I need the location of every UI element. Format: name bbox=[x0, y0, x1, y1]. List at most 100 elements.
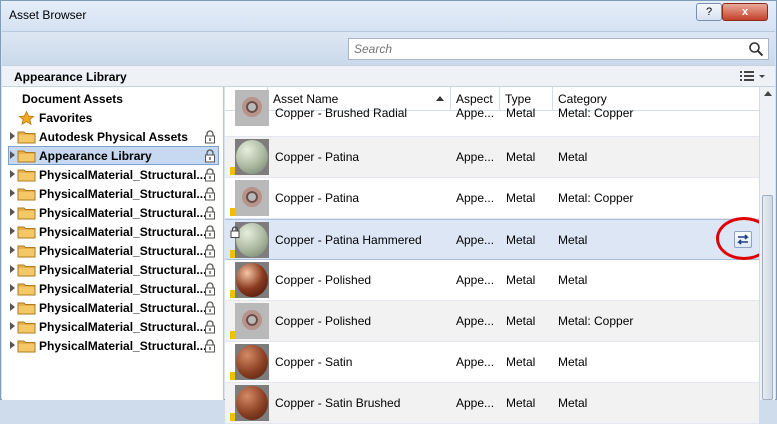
aspect-cell: Appe... bbox=[456, 233, 494, 247]
lock-icon bbox=[205, 339, 215, 353]
edited-marker-icon bbox=[230, 331, 235, 339]
folder-icon bbox=[17, 150, 36, 163]
sidebar-item-label: PhysicalMaterial_Structural... bbox=[39, 263, 207, 277]
type-cell: Metal bbox=[506, 150, 536, 164]
lock-icon bbox=[205, 282, 215, 296]
sidebar-item[interactable]: PhysicalMaterial_Structural... bbox=[2, 203, 223, 222]
expand-arrow-icon[interactable] bbox=[10, 303, 15, 311]
sidebar-item-label: PhysicalMaterial_Structural... bbox=[39, 168, 207, 182]
swirl-preview-icon bbox=[242, 187, 262, 207]
type-cell: Metal bbox=[506, 273, 536, 287]
folder-icon bbox=[17, 131, 36, 144]
sphere-preview-icon bbox=[236, 223, 268, 257]
aspect-cell: Appe... bbox=[456, 273, 494, 287]
sidebar-item-label: Appearance Library bbox=[39, 149, 152, 163]
expand-arrow-icon[interactable] bbox=[10, 284, 15, 292]
asset-row[interactable]: Copper - Satin Appe... Metal Metal bbox=[225, 342, 759, 383]
aspect-cell: Appe... bbox=[456, 191, 494, 205]
view-options-icon[interactable] bbox=[738, 68, 768, 85]
expand-arrow-icon[interactable] bbox=[10, 227, 15, 235]
search-toolbar bbox=[2, 31, 775, 65]
asset-row[interactable]: Copper - Patina Appe... Metal Metal bbox=[225, 137, 759, 178]
lock-icon bbox=[205, 225, 215, 239]
category-cell: Metal bbox=[558, 396, 588, 410]
expand-arrow-icon[interactable] bbox=[10, 189, 15, 197]
folder-icon bbox=[17, 340, 36, 353]
sidebar-item[interactable]: PhysicalMaterial_Structural... bbox=[2, 336, 223, 355]
sidebar-item-label: PhysicalMaterial_Structural... bbox=[39, 225, 207, 239]
material-thumbnail bbox=[235, 90, 269, 126]
folder-icon bbox=[17, 302, 36, 315]
sidebar-item-label: PhysicalMaterial_Structural... bbox=[39, 339, 207, 353]
sidebar-item-label: Document Assets bbox=[22, 92, 123, 106]
sphere-preview-icon bbox=[236, 263, 268, 297]
window-title: Asset Browser bbox=[9, 8, 87, 22]
close-icon: x bbox=[741, 6, 749, 18]
sidebar-item[interactable]: PhysicalMaterial_Structural... bbox=[2, 222, 223, 241]
expand-arrow-icon[interactable] bbox=[10, 322, 15, 330]
lock-icon bbox=[205, 130, 215, 144]
expand-arrow-icon[interactable] bbox=[10, 246, 15, 254]
sidebar-item[interactable]: PhysicalMaterial_Structural... bbox=[2, 317, 223, 336]
sidebar-item-label: Favorites bbox=[39, 111, 93, 125]
asset-row[interactable]: Copper - Polished Appe... Metal Metal bbox=[225, 260, 759, 301]
star-icon bbox=[18, 111, 35, 125]
vertical-scrollbar[interactable] bbox=[759, 87, 775, 400]
expand-arrow-icon[interactable] bbox=[10, 341, 15, 349]
category-cell: Metal bbox=[558, 273, 588, 287]
title-bar[interactable]: Asset Browser ? x bbox=[1, 1, 776, 31]
scrollbar-thumb[interactable] bbox=[762, 195, 773, 400]
asset-row[interactable]: Copper - Polished Appe... Metal Metal: Copp… bbox=[225, 301, 759, 342]
sidebar-item[interactable]: Favorites bbox=[2, 108, 223, 127]
asset-name-cell: Copper - Patina Hammered bbox=[275, 233, 422, 247]
folder-icon bbox=[17, 245, 36, 258]
type-cell: Metal bbox=[506, 355, 536, 369]
asset-list: Asset Name Aspect Type Category Copper -… bbox=[225, 87, 772, 424]
swirl-preview-icon bbox=[242, 310, 262, 330]
lock-icon bbox=[205, 244, 215, 258]
folder-icon bbox=[17, 226, 36, 239]
sidebar-item[interactable]: PhysicalMaterial_Structural... bbox=[2, 184, 223, 203]
expand-arrow-icon[interactable] bbox=[10, 132, 15, 140]
sidebar-item[interactable]: PhysicalMaterial_Structural... bbox=[2, 279, 223, 298]
sidebar-item[interactable]: PhysicalMaterial_Structural... bbox=[2, 165, 223, 184]
sidebar-item[interactable]: PhysicalMaterial_Structural... bbox=[2, 260, 223, 279]
expand-arrow-icon[interactable] bbox=[10, 265, 15, 273]
expand-arrow-icon[interactable] bbox=[10, 170, 15, 178]
folder-icon bbox=[17, 283, 36, 296]
sidebar-item[interactable]: Autodesk Physical Assets bbox=[2, 127, 223, 146]
asset-row[interactable]: Copper - Satin Brushed Appe... Metal Metal bbox=[225, 383, 759, 424]
material-thumbnail bbox=[235, 222, 269, 258]
edited-marker-icon bbox=[230, 208, 235, 216]
library-header: Appearance Library bbox=[2, 65, 775, 87]
sidebar-item[interactable]: Document Assets bbox=[2, 89, 223, 108]
library-tree: Document Assets Favorites Autodesk Physica… bbox=[2, 87, 224, 400]
expand-arrow-icon[interactable] bbox=[10, 208, 15, 216]
material-thumbnail bbox=[235, 303, 269, 339]
edited-marker-icon bbox=[230, 167, 235, 175]
asset-row[interactable]: Copper - Brushed Radial Appe... Metal Metal… bbox=[225, 90, 759, 137]
scroll-up-icon[interactable] bbox=[764, 91, 772, 96]
sidebar-item-label: PhysicalMaterial_Structural... bbox=[39, 301, 207, 315]
sidebar-item[interactable]: PhysicalMaterial_Structural... bbox=[2, 298, 223, 317]
folder-icon bbox=[17, 321, 36, 334]
asset-row[interactable]: Copper - Patina Hammered Appe... Metal Meta… bbox=[225, 217, 772, 260]
asset-name-cell: Copper - Satin bbox=[275, 355, 353, 369]
search-icon[interactable] bbox=[748, 41, 764, 57]
material-thumbnail bbox=[235, 180, 269, 216]
search-box[interactable] bbox=[348, 38, 769, 60]
sidebar-item[interactable]: PhysicalMaterial_Structural... bbox=[2, 241, 223, 260]
category-cell: Metal: Copper bbox=[558, 191, 634, 205]
folder-icon bbox=[17, 264, 36, 277]
sidebar-item[interactable]: Appearance Library bbox=[2, 146, 223, 165]
edited-marker-icon bbox=[230, 250, 235, 258]
lock-icon bbox=[205, 263, 215, 277]
asset-row[interactable]: Copper - Patina Appe... Metal Metal: Copper bbox=[225, 178, 759, 219]
folder-icon bbox=[17, 169, 36, 182]
aspect-cell: Appe... bbox=[456, 150, 494, 164]
search-input[interactable] bbox=[352, 41, 732, 57]
help-button[interactable]: ? bbox=[696, 3, 722, 21]
close-button[interactable]: x bbox=[722, 3, 768, 21]
expand-arrow-icon[interactable] bbox=[10, 151, 15, 159]
material-thumbnail bbox=[235, 262, 269, 298]
